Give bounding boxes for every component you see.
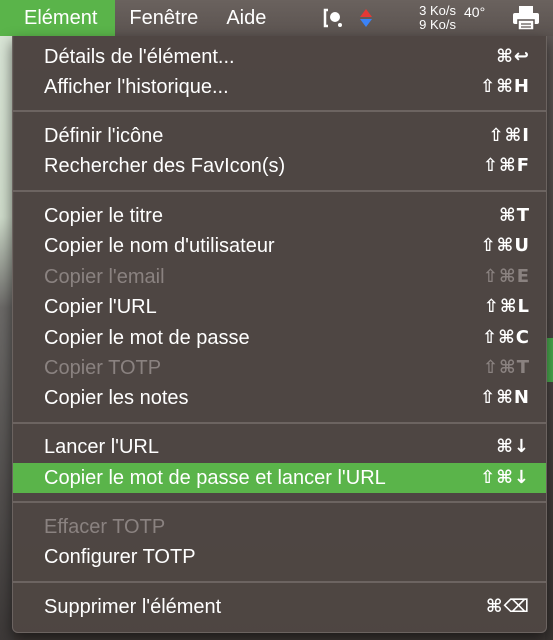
screen: Elément Fenêtre Aide 3 Ko/s 9 Ko/s 40° D… xyxy=(0,0,553,640)
menu-separator xyxy=(13,110,546,112)
menu-item-delete[interactable]: Supprimer l'élément ⌘⌫ xyxy=(13,592,546,622)
menu-item-copy-email: Copier l'email ⇧⌘E xyxy=(13,262,546,292)
shortcut: ⇧⌘U xyxy=(480,235,530,256)
menu-separator xyxy=(13,501,546,503)
menu-item-copy-notes[interactable]: Copier les notes ⇧⌘N xyxy=(13,383,546,413)
menu-item-copy-password-open-url[interactable]: Copier le mot de passe et lancer l'URL ⇧… xyxy=(13,463,546,493)
menu-separator xyxy=(13,190,546,192)
download-arrow-icon xyxy=(360,19,372,27)
upload-arrow-icon xyxy=(360,9,372,17)
menu-item-clear-totp: Effacer TOTP xyxy=(44,516,166,538)
download-speed: 9 Ko/s xyxy=(419,17,456,32)
menu-aide[interactable]: Aide xyxy=(212,0,280,36)
menu-fenetre[interactable]: Fenêtre xyxy=(115,0,212,36)
shortcut: ⇧⌘N xyxy=(480,387,530,408)
shortcut: ⇧⌘I xyxy=(488,125,530,146)
upload-speed: 3 Ko/s xyxy=(419,3,456,18)
menu-separator xyxy=(13,422,546,424)
shortcut: ⌘↓ xyxy=(496,436,530,457)
menu-separator xyxy=(13,581,546,583)
element-menu-dropdown: Détails de l'élément... ⌘↩ Afficher l'hi… xyxy=(12,36,547,633)
menu-item-history[interactable]: Afficher l'historique... ⇧⌘H xyxy=(13,72,546,102)
menu-item-search-favicons[interactable]: Rechercher des FavIcon(s) ⇧⌘F xyxy=(13,151,546,181)
menu-item-copy-username[interactable]: Copier le nom d'utilisateur ⇧⌘U xyxy=(13,231,546,261)
shortcut: ⇧⌘E xyxy=(482,266,530,287)
menu-item-copy-password[interactable]: Copier le mot de passe ⇧⌘C xyxy=(13,323,546,353)
menu-item-set-icon[interactable]: Définir l'icône ⇧⌘I xyxy=(13,121,546,151)
bracket-dot-icon[interactable] xyxy=(320,0,346,36)
network-speed[interactable]: 3 Ko/s 9 Ko/s xyxy=(390,0,456,36)
shortcut: ⇧⌘L xyxy=(483,296,530,317)
temperature-readout[interactable]: 40° xyxy=(464,0,485,36)
menu-item-open-url[interactable]: Lancer l'URL ⌘↓ xyxy=(13,432,546,462)
menu-item-copy-url[interactable]: Copier l'URL ⇧⌘L xyxy=(13,292,546,322)
shortcut: ⇧⌘H xyxy=(480,76,530,97)
menu-item-details[interactable]: Détails de l'élément... ⌘↩ xyxy=(13,42,546,72)
menu-item-copy-title[interactable]: Copier le titre ⌘T xyxy=(13,201,546,231)
shortcut: ⇧⌘↓ xyxy=(480,467,530,488)
shortcut: ⌘⌫ xyxy=(485,596,530,617)
shortcut: ⌘T xyxy=(499,205,530,226)
printer-icon[interactable] xyxy=(508,0,544,36)
network-arrows-icon[interactable] xyxy=(359,0,373,36)
menu-item-copy-totp: Copier TOTP ⇧⌘T xyxy=(13,353,546,383)
shortcut: ⌘↩ xyxy=(496,46,530,67)
shortcut: ⇧⌘F xyxy=(482,155,530,176)
menu-item-configure-totp[interactable]: Configurer TOTP xyxy=(13,542,546,572)
background-accent xyxy=(547,338,553,382)
menu-element[interactable]: Elément xyxy=(0,0,116,36)
shortcut: ⇧⌘C xyxy=(482,327,530,348)
shortcut: ⇧⌘T xyxy=(482,357,530,378)
